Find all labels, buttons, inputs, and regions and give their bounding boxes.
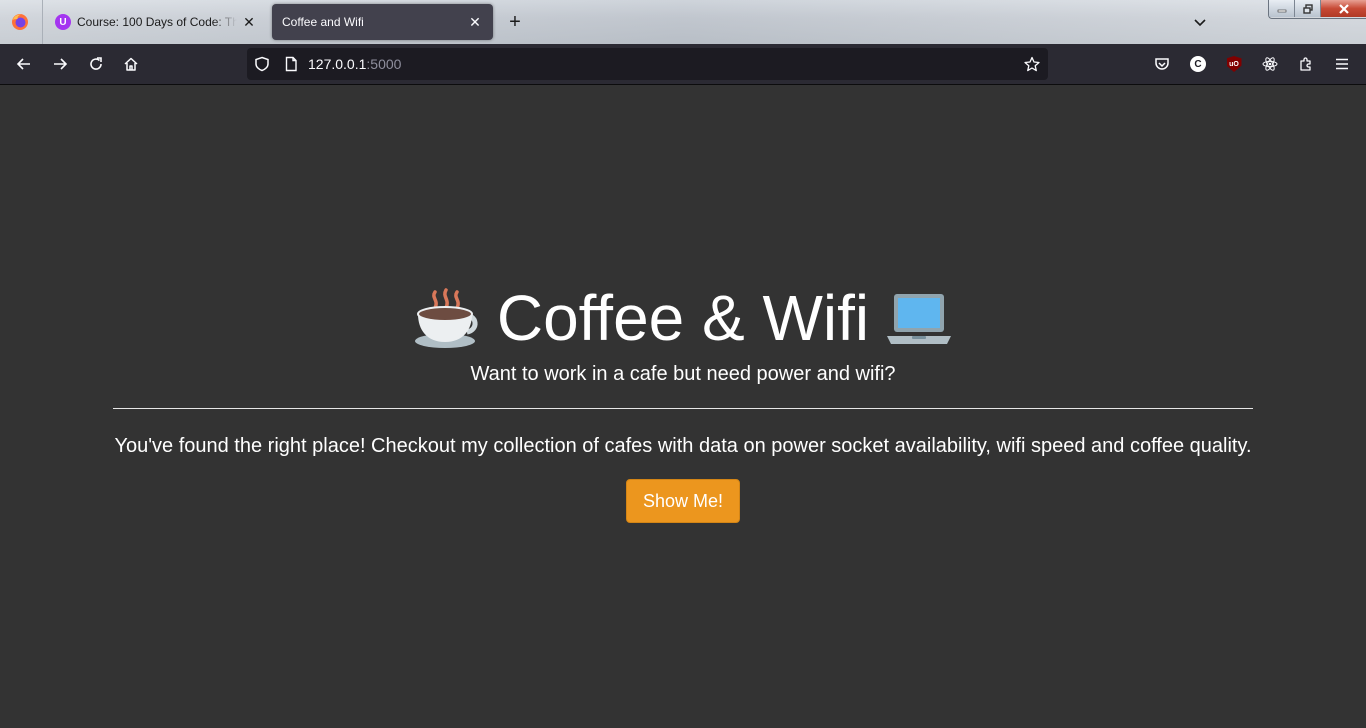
show-me-button[interactable]: Show Me! — [625, 479, 741, 523]
intro-text: You've found the right place! Checkout m… — [114, 435, 1252, 457]
tab-title: Course: 100 Days of Code: The Complete P… — [77, 15, 237, 29]
tab-separator — [42, 0, 43, 44]
navigation-toolbar: 127.0.0.1:5000 C uO — [0, 44, 1366, 85]
firefox-logo-icon[interactable] — [11, 13, 29, 31]
page-info-icon[interactable] — [283, 56, 299, 72]
hamburger-menu-icon[interactable] — [1332, 54, 1352, 74]
url-text[interactable]: 127.0.0.1:5000 — [308, 56, 401, 72]
url-host: 127.0.0.1 — [308, 56, 367, 72]
extension-c-icon[interactable]: C — [1188, 54, 1208, 74]
url-port: :5000 — [366, 56, 402, 72]
home-icon[interactable] — [121, 54, 141, 74]
page-title: Coffee & Wifi — [113, 282, 1253, 354]
coffee-cup-icon — [414, 288, 478, 348]
forward-arrow-icon[interactable] — [50, 54, 70, 74]
bookmark-star-icon[interactable] — [1024, 56, 1040, 72]
react-devtools-icon[interactable] — [1260, 54, 1280, 74]
reload-icon[interactable] — [86, 54, 106, 74]
udemy-favicon-icon: U — [55, 14, 71, 30]
close-tab-icon[interactable]: ✕ — [241, 14, 257, 30]
extensions-puzzle-icon[interactable] — [1296, 54, 1316, 74]
ublock-origin-icon[interactable]: uO — [1224, 54, 1244, 74]
page-title-text: Coffee & Wifi — [496, 282, 870, 354]
tab-coffee-and-wifi[interactable]: Coffee and Wifi ✕ — [272, 4, 493, 40]
new-tab-plus-icon[interactable]: + — [505, 12, 525, 32]
restore-window-icon[interactable] — [1295, 0, 1321, 17]
tab-strip: U Course: 100 Days of Code: The Complete… — [0, 0, 1366, 44]
tracking-protection-shield-icon[interactable] — [254, 56, 270, 72]
address-bar[interactable]: 127.0.0.1:5000 — [247, 48, 1048, 80]
page-content: Coffee & Wifi Want to work in a cafe but… — [0, 85, 1366, 728]
close-tab-icon[interactable]: ✕ — [467, 14, 483, 30]
hero-section: Coffee & Wifi Want to work in a cafe but… — [113, 282, 1253, 523]
divider — [113, 408, 1253, 409]
back-arrow-icon[interactable] — [14, 54, 34, 74]
window-controls — [1268, 0, 1366, 19]
laptop-icon — [887, 294, 952, 344]
minimize-window-icon[interactable] — [1269, 0, 1295, 17]
subtitle: Want to work in a cafe but need power an… — [470, 363, 896, 385]
tab-title: Coffee and Wifi — [282, 15, 364, 29]
pocket-icon[interactable] — [1152, 54, 1172, 74]
list-all-tabs-chevron-icon[interactable] — [1190, 12, 1210, 32]
tab-udemy-course[interactable]: U Course: 100 Days of Code: The Complete… — [45, 4, 267, 40]
close-window-icon[interactable] — [1321, 0, 1366, 17]
browser-window: U Course: 100 Days of Code: The Complete… — [0, 0, 1366, 728]
